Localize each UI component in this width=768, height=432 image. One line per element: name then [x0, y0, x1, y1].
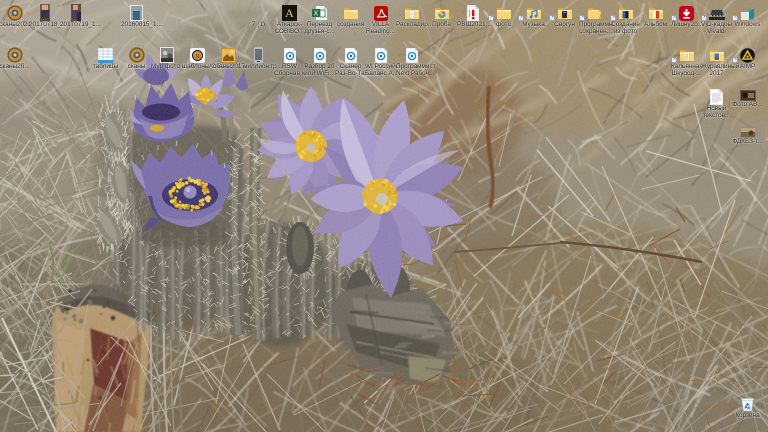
svg-text:Я: Я	[195, 54, 199, 60]
svg-text:X: X	[314, 11, 319, 18]
svg-text:A: A	[285, 6, 294, 20]
